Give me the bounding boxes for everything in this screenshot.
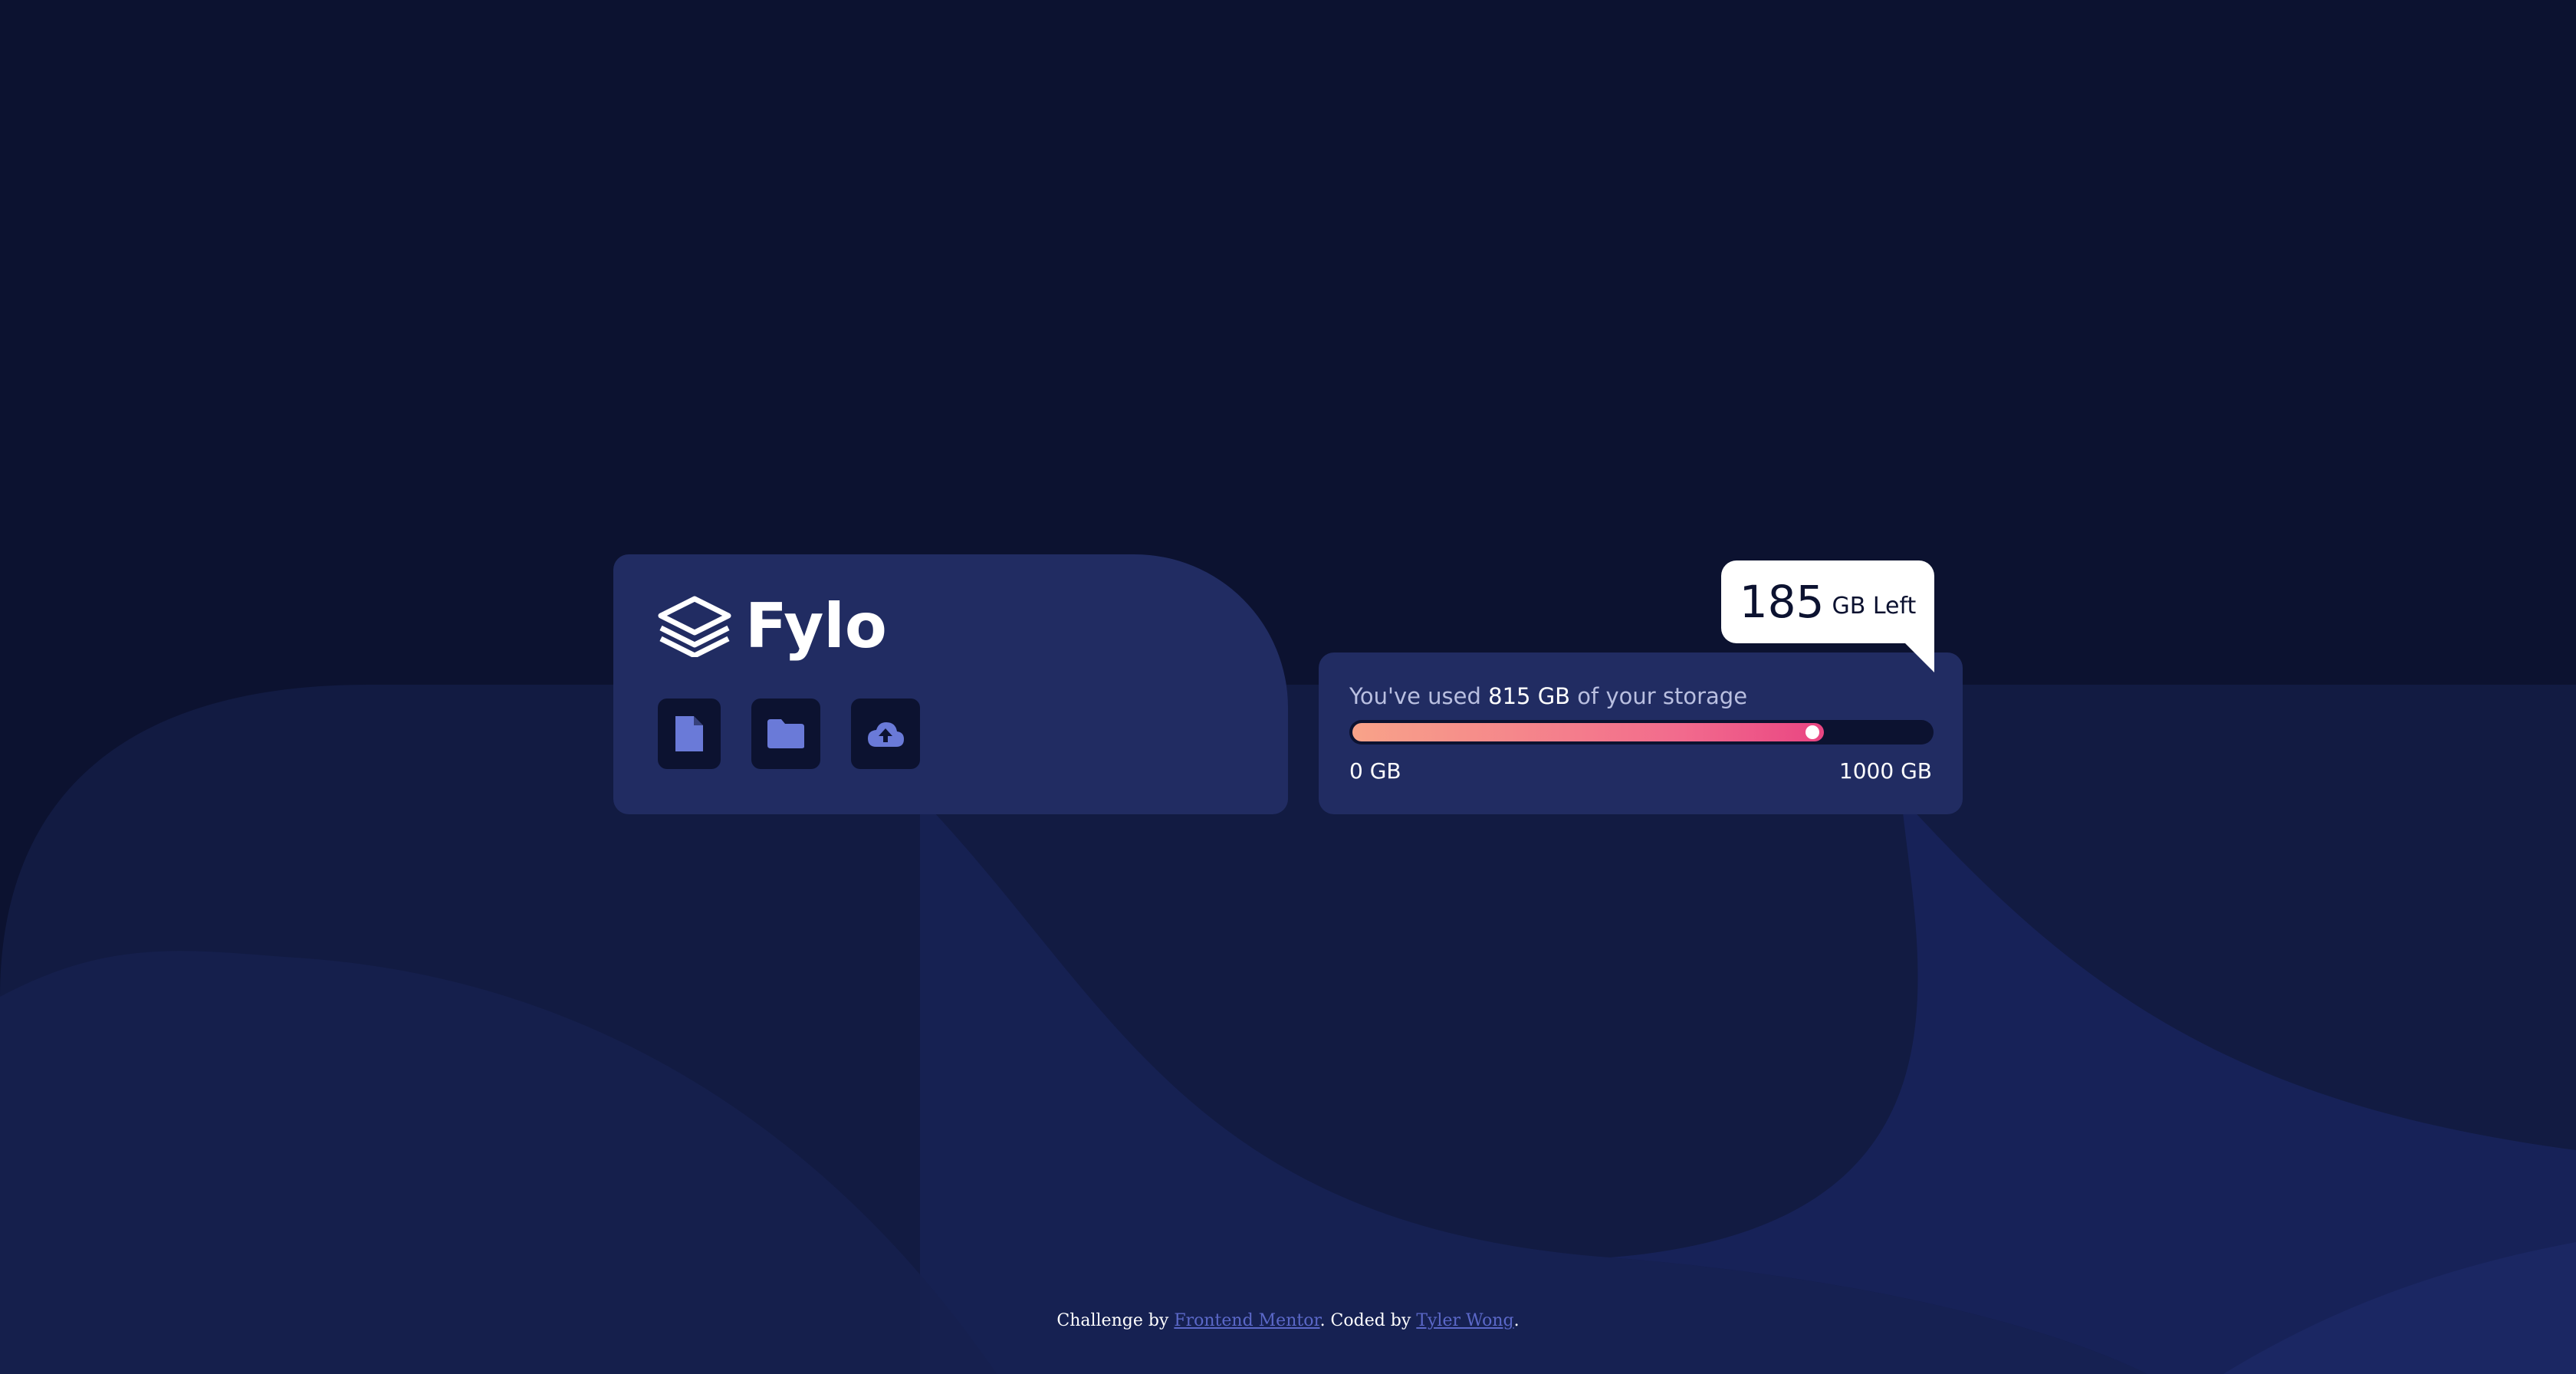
folder-button[interactable] <box>751 699 820 769</box>
document-icon <box>674 715 705 753</box>
attribution-footer: Challenge by Frontend Mentor. Coded by T… <box>0 1311 2576 1330</box>
brand-name: Fylo <box>745 590 887 662</box>
cloud-upload-icon <box>866 719 905 748</box>
usage-prefix: You've used <box>1349 683 1481 709</box>
author-link[interactable]: Tyler Wong <box>1416 1311 1513 1330</box>
footer-middle: . Coded by <box>1319 1311 1411 1330</box>
max-label: 1000 GB <box>1838 758 1932 784</box>
storage-progress-bar <box>1349 720 1934 745</box>
min-label: 0 GB <box>1349 758 1401 784</box>
storage-left-unit: GB Left <box>1832 593 1917 620</box>
brand-card: Fylo <box>613 554 1288 814</box>
usage-value: 815 GB <box>1488 683 1571 709</box>
bubble-tail <box>1905 643 1934 672</box>
upload-button[interactable] <box>851 699 920 769</box>
footer-prefix: Challenge by <box>1056 1311 1169 1330</box>
footer-suffix: . <box>1513 1311 1520 1330</box>
usage-text: You've used 815 GB of your storage <box>1349 683 1747 709</box>
folder-icon <box>766 718 806 750</box>
storage-card: You've used 815 GB of your storage 0 GB … <box>1319 652 1963 814</box>
frontend-mentor-link[interactable]: Frontend Mentor <box>1174 1311 1319 1330</box>
storage-left-bubble: 185 GB Left <box>1721 560 1934 672</box>
logo: Fylo <box>658 596 887 657</box>
storage-left-number: 185 <box>1739 576 1825 628</box>
storage-progress-knob <box>1806 725 1819 739</box>
stage: Fylo You've used 815 GB of your storage … <box>0 0 2576 1374</box>
action-buttons <box>658 699 920 769</box>
document-button[interactable] <box>658 699 721 769</box>
layers-icon <box>658 596 731 657</box>
usage-suffix: of your storage <box>1577 683 1748 709</box>
storage-progress-fill <box>1352 723 1824 741</box>
